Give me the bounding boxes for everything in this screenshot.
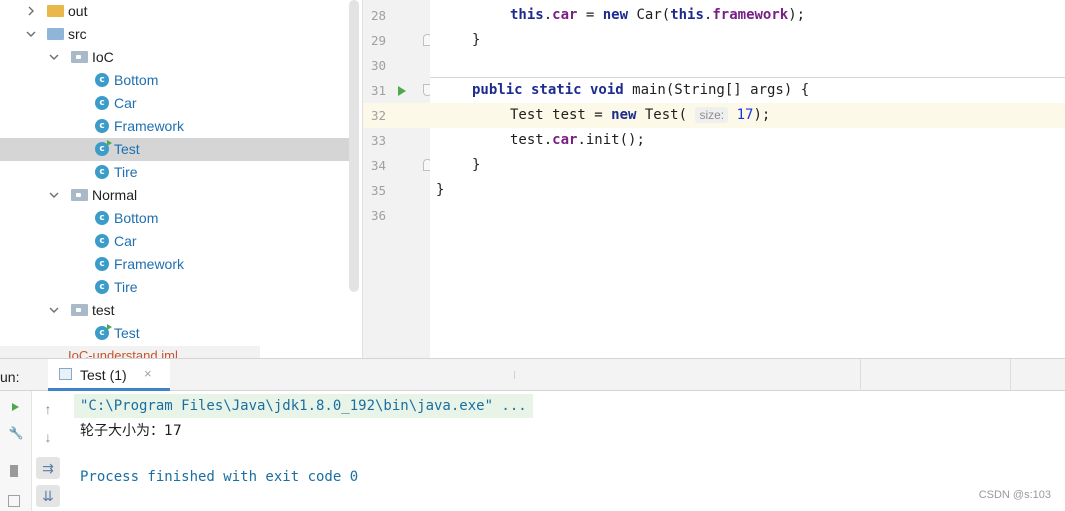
tree-item-bottom[interactable]: c Bottom — [0, 207, 362, 230]
console-exit-line: Process finished with exit code 0 — [80, 469, 359, 485]
down-arrow-icon[interactable]: ↓ — [38, 427, 58, 447]
line-number: 30 — [371, 58, 387, 73]
tree-item-label: Tire — [114, 279, 138, 295]
close-icon[interactable]: × — [144, 366, 152, 381]
restore-layout-icon[interactable] — [8, 495, 20, 507]
panel-separator — [1010, 359, 1011, 391]
run-tab-label: Test (1) — [80, 367, 127, 383]
code-line: } — [472, 157, 481, 173]
tree-item-tire[interactable]: c Tire — [0, 161, 362, 184]
tree-item-label: IoC-understand.iml — [68, 348, 178, 358]
tree-item-car[interactable]: c Car — [0, 92, 362, 115]
tree-item-label: Tire — [114, 164, 138, 180]
java-class-icon: c — [95, 119, 109, 133]
console-command-line[interactable]: "C:\Program Files\Java\jdk1.8.0_192\bin\… — [74, 394, 533, 418]
console-output-line: 轮子大小为：17 — [80, 423, 182, 439]
tree-item-label: Framework — [114, 256, 185, 272]
parameter-hint: size: — [695, 107, 729, 123]
tree-item-test-package[interactable]: test — [0, 299, 362, 322]
tree-item-src[interactable]: src — [0, 23, 362, 46]
tree-item-label: src — [68, 26, 87, 42]
line-number: 35 — [371, 183, 387, 198]
folder-icon — [47, 5, 64, 17]
up-arrow-icon[interactable]: ↑ — [38, 399, 58, 419]
panel-divider — [514, 371, 515, 379]
console-tab-icon — [59, 368, 72, 380]
java-class-icon: c — [95, 165, 109, 179]
soft-wrap-icon[interactable]: ⇉ — [36, 457, 60, 479]
chevron-right-icon[interactable] — [25, 5, 37, 17]
chevron-down-icon[interactable] — [25, 28, 37, 40]
tree-item-label: Bottom — [114, 72, 159, 88]
package-icon — [71, 189, 88, 201]
chevron-down-icon[interactable] — [48, 189, 60, 201]
wrench-icon[interactable]: 🔧 — [8, 425, 24, 441]
tree-item-test[interactable]: c Test — [0, 322, 362, 345]
tree-item-label: IoC — [92, 49, 114, 65]
run-gutter-icon[interactable] — [398, 86, 406, 96]
code-editor[interactable]: this.car = new Car(this.framework); } pu… — [430, 0, 1065, 358]
scroll-to-end-icon[interactable]: ⇊ — [36, 485, 60, 507]
line-number: 34 — [363, 153, 432, 178]
run-panel-title: un: — [0, 369, 20, 385]
tree-item-framework[interactable]: c Framework — [0, 115, 362, 138]
tree-item-label: out — [68, 3, 88, 19]
java-class-icon: c — [95, 280, 109, 294]
tree-item-framework[interactable]: c Framework — [0, 253, 362, 276]
stop-icon[interactable] — [10, 465, 18, 477]
chevron-down-icon[interactable] — [48, 51, 60, 63]
tree-item-label: Car — [114, 233, 137, 249]
tree-item-bottom[interactable]: c Bottom — [0, 69, 362, 92]
line-number: 36 — [371, 208, 387, 223]
code-line: } — [436, 182, 445, 198]
editor-gutter: 28 29 30 31 32 33 34 35 36 — [362, 0, 432, 358]
tree-item-normal[interactable]: Normal — [0, 184, 362, 207]
chevron-down-icon[interactable] — [48, 304, 60, 316]
tree-item-label: Car — [114, 95, 137, 111]
panel-separator — [860, 359, 861, 391]
tree-item-iml[interactable]: IoC-understand.iml — [0, 346, 260, 358]
watermark: CSDN @s:103 — [978, 489, 1051, 501]
tree-item-car[interactable]: c Car — [0, 230, 362, 253]
line-number-current: 32 — [363, 103, 431, 128]
tree-item-out[interactable]: out — [0, 0, 362, 23]
tree-item-label: Bottom — [114, 210, 159, 226]
code-line: } — [472, 32, 481, 48]
tree-scrollbar[interactable] — [349, 0, 359, 292]
code-line: test.car.init(); — [510, 132, 645, 148]
run-panel-header: un: Test (1) × — [0, 358, 1065, 391]
tree-item-label: Framework — [114, 118, 185, 134]
java-runnable-class-icon: c — [95, 140, 112, 156]
line-number: 31 — [363, 78, 432, 103]
tree-item-label: test — [92, 302, 115, 318]
run-toolbar-left: 🔧 — [0, 391, 32, 511]
rerun-icon[interactable] — [12, 403, 19, 411]
project-tree: out src IoC c Bottom c Car c Framework c… — [0, 0, 362, 358]
tree-item-label: Test — [114, 325, 140, 341]
code-line: this.car = new Car(this.framework); — [510, 7, 806, 23]
code-line: public static void main(String[] args) { — [472, 82, 810, 98]
java-class-icon: c — [95, 257, 109, 271]
run-tab-test[interactable]: Test (1) × — [48, 359, 170, 391]
code-line-current: Test test = new Test( size: 17); — [430, 103, 1065, 128]
line-number: 33 — [371, 133, 387, 148]
java-class-icon: c — [95, 96, 109, 110]
tree-item-test-selected[interactable]: c Test — [0, 138, 350, 161]
java-class-icon: c — [95, 211, 109, 225]
tree-item-tire[interactable]: c Tire — [0, 276, 362, 299]
tree-item-label: Test — [114, 141, 140, 157]
java-class-icon: c — [95, 73, 109, 87]
tree-item-ioc[interactable]: IoC — [0, 46, 362, 69]
package-icon — [71, 51, 88, 63]
line-number: 28 — [371, 8, 387, 23]
java-class-icon: c — [95, 234, 109, 248]
java-runnable-class-icon: c — [95, 324, 112, 340]
source-folder-icon — [47, 28, 64, 40]
run-panel-body: 🔧 ↑ ↓ ⇉ ⇊ "C:\Program Files\Java\jdk1.8.… — [0, 391, 1065, 511]
line-number: 29 — [363, 28, 432, 53]
tree-item-label: Normal — [92, 187, 138, 203]
package-icon — [71, 304, 88, 316]
